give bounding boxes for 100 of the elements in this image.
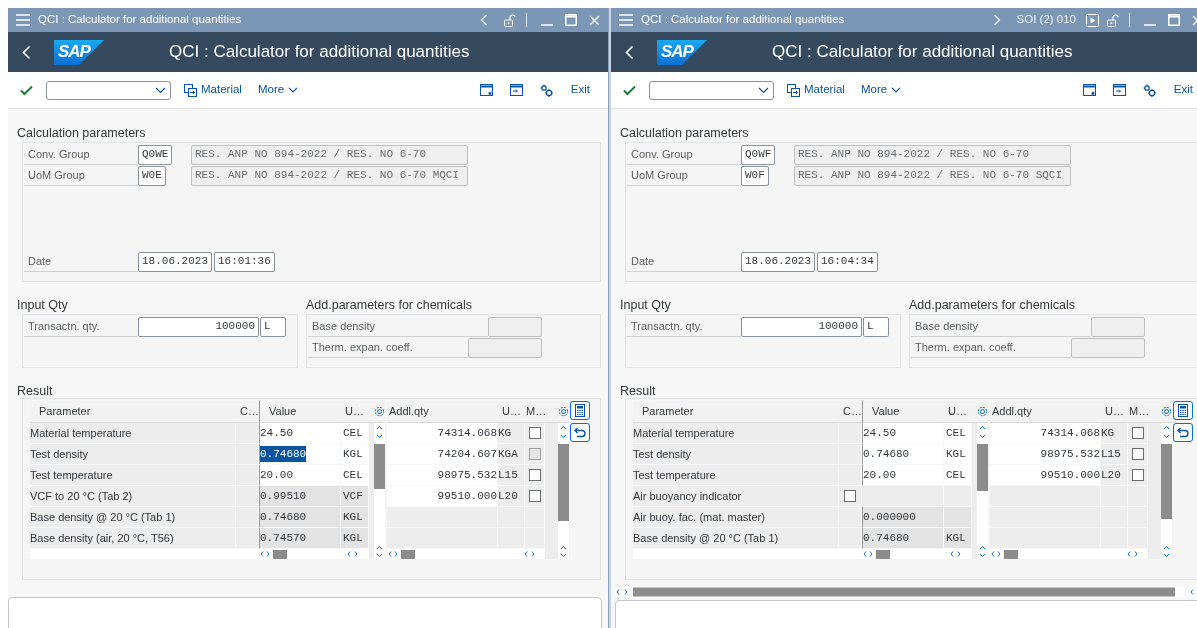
table-cell: 98975.532 bbox=[387, 465, 498, 486]
command-field[interactable] bbox=[46, 80, 171, 100]
input-field[interactable]: W0E bbox=[138, 165, 166, 186]
horizontal-scrollbar[interactable] bbox=[387, 549, 545, 559]
undo-button[interactable] bbox=[570, 423, 590, 442]
settings-icon[interactable] bbox=[374, 406, 385, 417]
quantity-field[interactable]: 100000 bbox=[741, 316, 862, 337]
vertical-scrollbar[interactable] bbox=[1161, 423, 1172, 559]
table-cell: 99510.000 bbox=[387, 486, 498, 507]
description-field[interactable]: RES. ANP NO 894-2022 / RES. NO 6-70 MQCI bbox=[191, 165, 468, 186]
menu-icon[interactable] bbox=[619, 14, 633, 26]
check-icon[interactable] bbox=[20, 84, 33, 96]
vertical-scrollbar[interactable] bbox=[558, 423, 569, 559]
column-header[interactable]: U… bbox=[1101, 401, 1128, 423]
input-field[interactable] bbox=[468, 337, 542, 358]
column-header[interactable]: Parameter bbox=[30, 401, 236, 423]
chevron-right-icon[interactable] bbox=[992, 14, 1001, 26]
lock-icon[interactable] bbox=[504, 13, 516, 27]
vertical-scrollbar[interactable] bbox=[374, 423, 385, 559]
window-icon[interactable] bbox=[1082, 84, 1096, 96]
column-header[interactable]: Value bbox=[862, 401, 944, 423]
undo-button[interactable] bbox=[1173, 423, 1193, 442]
table-cell: KGL bbox=[341, 507, 369, 528]
screen-icon[interactable] bbox=[509, 84, 523, 96]
checkbox[interactable] bbox=[1131, 427, 1144, 439]
horizontal-scrollbar[interactable] bbox=[990, 549, 1148, 559]
input-field[interactable]: Q0WE bbox=[138, 144, 173, 165]
horizontal-scrollbar[interactable] bbox=[615, 587, 1197, 597]
column-header[interactable]: C… bbox=[839, 401, 862, 423]
maximize-icon[interactable] bbox=[565, 14, 577, 26]
checkbox[interactable] bbox=[1131, 469, 1144, 481]
play-icon[interactable] bbox=[1086, 13, 1099, 27]
settings-icon[interactable] bbox=[977, 406, 988, 417]
value-field[interactable]: 24.50 bbox=[259, 423, 341, 444]
maximize-icon[interactable] bbox=[1168, 14, 1180, 26]
table-cell: Base density @ 20 °C (Tab 1) bbox=[30, 507, 236, 528]
calculator-button[interactable] bbox=[1173, 401, 1193, 420]
column-header[interactable]: U… bbox=[498, 401, 525, 423]
vertical-scrollbar[interactable] bbox=[977, 423, 988, 559]
checkbox[interactable] bbox=[528, 469, 541, 481]
column-header[interactable]: Addl.qty bbox=[387, 401, 498, 423]
settings-icon[interactable] bbox=[1161, 406, 1172, 417]
description-field[interactable]: RES. ANP NO 894-2022 / RES. NO 6-70 SQCI bbox=[794, 165, 1071, 186]
input-field[interactable] bbox=[1071, 337, 1145, 358]
time-field[interactable]: 16:01:36 bbox=[214, 251, 275, 272]
gears-icon[interactable] bbox=[1142, 83, 1156, 97]
back-icon[interactable] bbox=[625, 44, 634, 60]
more-menu[interactable]: More bbox=[257, 81, 299, 99]
unit-field[interactable]: L bbox=[260, 316, 286, 337]
column-header[interactable]: M… bbox=[525, 401, 545, 423]
value-field[interactable]: 20.00 bbox=[259, 465, 341, 486]
caret-icon bbox=[155, 86, 166, 94]
checkbox[interactable] bbox=[844, 490, 856, 502]
exit-button[interactable]: Exit bbox=[570, 81, 590, 99]
close-icon[interactable] bbox=[589, 14, 600, 26]
value-field[interactable]: 0.74680 bbox=[259, 444, 341, 465]
input-field[interactable] bbox=[488, 316, 542, 337]
back-icon[interactable] bbox=[22, 44, 31, 60]
column-header[interactable]: Addl.qty bbox=[990, 401, 1101, 423]
input-field[interactable]: W0F bbox=[741, 165, 769, 186]
checkbox[interactable] bbox=[1131, 448, 1144, 460]
gears-icon[interactable] bbox=[539, 83, 553, 97]
column-header[interactable]: Parameter bbox=[633, 401, 839, 423]
page-title: QCI : Calculator for additional quantities bbox=[169, 41, 470, 64]
material-button[interactable]: Material bbox=[184, 81, 242, 99]
column-header[interactable]: Value bbox=[259, 401, 341, 423]
date-field[interactable]: 18.06.2023 bbox=[138, 251, 212, 272]
transfer-icon bbox=[184, 83, 197, 97]
table-cell: Base density (air, 20 °C, T56) bbox=[30, 528, 236, 549]
lock-icon[interactable] bbox=[1107, 13, 1119, 27]
value-field[interactable]: 24.50 bbox=[862, 423, 944, 444]
unit-field[interactable]: L bbox=[863, 316, 889, 337]
exit-button[interactable]: Exit bbox=[1173, 81, 1193, 99]
column-header[interactable]: M… bbox=[1128, 401, 1148, 423]
description-field[interactable]: RES. ANP NO 894-2022 / RES. NO 6-70 bbox=[794, 144, 1071, 165]
description-field[interactable]: RES. ANP NO 894-2022 / RES. NO 6-70 bbox=[191, 144, 468, 165]
column-header[interactable]: U… bbox=[341, 401, 369, 423]
material-button[interactable]: Material bbox=[787, 81, 845, 99]
settings-icon[interactable] bbox=[558, 406, 569, 417]
checkbox[interactable] bbox=[528, 427, 541, 439]
chevron-left-icon[interactable] bbox=[480, 14, 488, 26]
date-field[interactable]: 18.06.2023 bbox=[741, 251, 815, 272]
menu-icon[interactable] bbox=[16, 14, 30, 26]
input-field[interactable] bbox=[1091, 316, 1145, 337]
calculator-button[interactable] bbox=[570, 401, 590, 420]
window-icon[interactable] bbox=[479, 84, 493, 96]
field-label: Base density bbox=[911, 316, 1091, 337]
screen-icon[interactable] bbox=[1112, 84, 1126, 96]
field-label: Base density bbox=[308, 316, 488, 337]
column-header[interactable]: C… bbox=[236, 401, 259, 423]
more-menu[interactable]: More bbox=[860, 81, 902, 99]
check-icon[interactable] bbox=[623, 84, 636, 96]
checkbox[interactable] bbox=[528, 490, 541, 502]
value-field[interactable]: 0.74680 bbox=[862, 444, 944, 465]
command-field[interactable] bbox=[649, 80, 774, 100]
quantity-field[interactable]: 100000 bbox=[138, 316, 259, 337]
time-field[interactable]: 16:04:34 bbox=[817, 251, 878, 272]
column-header[interactable]: U… bbox=[944, 401, 972, 423]
value-field[interactable]: 20.00 bbox=[862, 465, 944, 486]
input-field[interactable]: Q0WF bbox=[741, 144, 776, 165]
